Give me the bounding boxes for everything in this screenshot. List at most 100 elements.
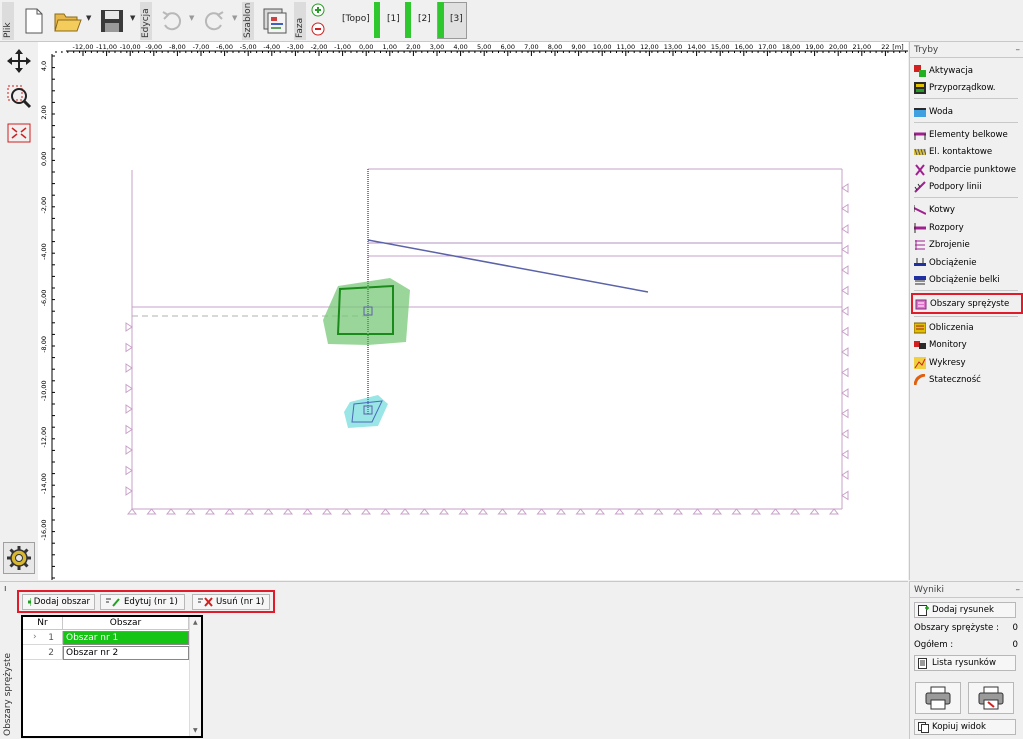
copy-view-icon [918, 721, 929, 733]
undo-button[interactable] [158, 3, 186, 39]
support-triangle [321, 508, 333, 515]
row-pointer-icon: › [33, 632, 37, 642]
phase-tab-topo[interactable]: [Topo] [342, 14, 370, 24]
phase-topo-indicator [374, 2, 380, 38]
ruler-x-tick-label: -1,00 [334, 43, 351, 51]
column-header-nr[interactable]: Nr [23, 617, 63, 630]
support-triangle [841, 388, 849, 398]
table-row[interactable]: 2 Obszar nr 2 [23, 646, 189, 660]
ruler-y-tick-label: -16,00 [40, 520, 48, 541]
load-icon [914, 257, 926, 269]
settings-button[interactable] [3, 542, 35, 574]
phase-tab-1[interactable]: [1] [387, 14, 400, 24]
drawing-list-icon [918, 657, 927, 669]
phase-tab-3-label: [3] [450, 14, 463, 24]
folder-open-icon [54, 13, 82, 32]
water-icon [914, 106, 926, 118]
support-triangle [711, 508, 723, 515]
ruler-vertical: 4,0 2,00 0,00 -2,00 -4,00 -6,00 -8,00 -10,00 -12… [40, 54, 55, 580]
scroll-up-icon[interactable]: ▲ [193, 619, 198, 626]
mode-stability[interactable]: Stateczność [913, 371, 1018, 388]
new-file-button[interactable] [20, 3, 48, 39]
support-triangle [399, 508, 411, 515]
soil-domain-boundary [131, 168, 843, 510]
undo-dropdown-caret[interactable]: ▼ [189, 14, 194, 22]
elastic-region-1[interactable] [323, 278, 410, 345]
results-panel: Wyniki – Dodaj rysunek Obszary sprężyste… [909, 581, 1023, 739]
elastic-region-2[interactable] [344, 395, 388, 428]
mode-contact-elements[interactable]: El. kontaktowe [914, 143, 1018, 160]
mode-point-support[interactable]: Podparcie punktowe [914, 161, 1018, 178]
mode-beam-load[interactable]: Obciążenie belki [914, 271, 1018, 288]
redo-dropdown-caret[interactable]: ▼ [232, 14, 237, 22]
print-button[interactable] [915, 682, 961, 714]
phase-tab-2[interactable]: [2] [418, 14, 431, 24]
anchor-line[interactable] [367, 239, 649, 293]
save-dropdown-caret[interactable]: ▼ [130, 14, 135, 22]
template-icon [263, 8, 287, 34]
edit-region-button[interactable]: Edytuj (nr 1) [100, 594, 185, 610]
drawing-list-button[interactable]: Lista rysunków [914, 655, 1016, 671]
elastic-regions-icon [915, 298, 927, 310]
table-vertical-scrollbar[interactable]: ▲ ▼ [189, 617, 201, 736]
copy-view-button[interactable]: Kopiuj widok [914, 719, 1016, 735]
modes-minimize-button[interactable]: – [1016, 42, 1021, 58]
contact-elements-icon [914, 146, 927, 158]
support-triangle [841, 429, 849, 439]
mode-graphs[interactable]: Wykresy [914, 354, 1018, 371]
remove-phase-button[interactable] [311, 22, 325, 36]
model-canvas[interactable]: -12,00 -11,00 -10,00 -9,00 -8,00 -7,00 -6,00 -5… [38, 42, 908, 580]
mode-line-support[interactable]: Podpory linii [914, 178, 1018, 195]
support-triangle [380, 508, 391, 515]
template-button[interactable] [258, 3, 290, 39]
mode-struts[interactable]: Rozpory [914, 219, 1018, 236]
support-triangle [841, 408, 849, 419]
print-preview-button[interactable] [968, 682, 1014, 714]
ruler-x-tick-label: -12,00 [73, 43, 94, 51]
support-triangle [125, 424, 133, 435]
mode-activation[interactable]: Aktywacja [914, 62, 1018, 79]
row-number: 2 [23, 646, 63, 660]
support-triangle [125, 383, 133, 394]
mode-water[interactable]: Woda [914, 103, 1018, 120]
mode-anchors[interactable]: Kotwy [913, 201, 1018, 218]
pan-tool-button[interactable] [4, 46, 34, 76]
delete-region-button[interactable]: Usuń (nr 1) [192, 594, 270, 610]
support-triangle [809, 508, 820, 515]
table-row[interactable]: › 1 Obszar nr 1 [23, 631, 189, 645]
zoom-magnifier-icon [7, 85, 32, 109]
modes-separator [914, 290, 1018, 291]
ruler-x-tick-label: 2,00 [406, 43, 420, 51]
results-minimize-button[interactable]: – [1016, 582, 1021, 598]
plus-icon [28, 598, 31, 606]
support-triangle [731, 508, 742, 515]
open-file-dropdown-caret[interactable]: ▼ [86, 14, 91, 22]
ruler-x-tick-label: 9,00 [571, 43, 585, 51]
mode-elastic-regions[interactable]: Obszary sprężyste [911, 293, 1023, 314]
support-triangle [477, 508, 489, 515]
total-count-row: Ogółem : 0 [914, 640, 1018, 650]
zoom-tool-button[interactable] [4, 82, 34, 112]
add-region-button[interactable]: Dodaj obszar [22, 594, 95, 610]
column-header-region[interactable]: Obszar [63, 617, 189, 630]
support-triangle [672, 508, 684, 515]
add-drawing-button[interactable]: Dodaj rysunek [914, 602, 1016, 618]
modes-panel: Tryby – Aktywacja Przyporządkow. Woda El… [909, 42, 1023, 580]
open-file-button[interactable] [52, 3, 84, 39]
plus-circle-icon [311, 3, 325, 17]
zoom-extents-button[interactable] [4, 118, 34, 148]
mode-load[interactable]: Obciążenie [914, 254, 1018, 271]
scroll-down-icon[interactable]: ▼ [193, 727, 198, 734]
point-support-icon [914, 163, 926, 176]
mode-reinforcement[interactable]: Zbrojenie [914, 236, 1018, 253]
ruler-y-tick-label: -14,00 [40, 473, 48, 494]
add-phase-button[interactable] [311, 3, 325, 17]
mode-analysis[interactable]: Obliczenia [913, 319, 1018, 336]
mode-assignment[interactable]: Przyporządkow. [914, 79, 1018, 96]
mode-monitors[interactable]: Monitory [914, 336, 1018, 353]
save-button[interactable] [96, 3, 128, 39]
redo-button[interactable] [200, 3, 228, 39]
mode-beam-elements[interactable]: Elementy belkowe [914, 126, 1018, 143]
ruler-x-tick-label: -6,00 [216, 43, 233, 51]
support-triangle [126, 508, 138, 515]
